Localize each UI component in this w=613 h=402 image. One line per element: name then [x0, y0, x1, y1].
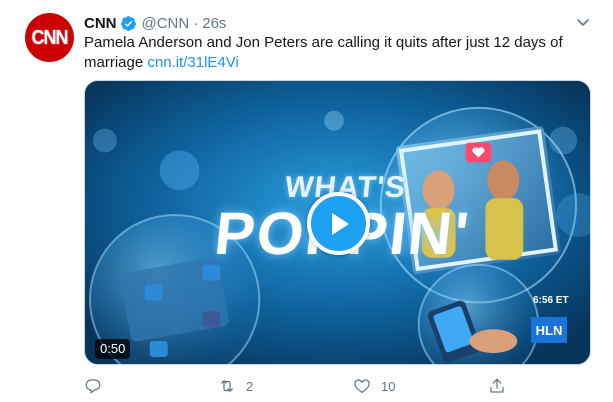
avatar[interactable]: CNN: [25, 13, 74, 62]
network-logo: HLN: [531, 317, 567, 343]
action-bar: 2 10: [84, 375, 524, 397]
timestamp[interactable]: 26s: [202, 15, 226, 32]
retweet-icon: [221, 380, 233, 392]
video-duration: 0:50: [95, 339, 131, 359]
chevron-down-icon[interactable]: [573, 12, 593, 32]
verified-icon: [120, 15, 136, 31]
reply-icon: [85, 379, 101, 394]
author-name[interactable]: CNN: [84, 15, 117, 32]
author-handle[interactable]: @CNN: [142, 15, 190, 32]
like-button[interactable]: 10: [353, 375, 395, 397]
tweet[interactable]: CNN CNN @CNN · 26s Pamela Anderson and J…: [0, 0, 613, 402]
share-icon: [490, 378, 504, 393]
separator: ·: [193, 14, 199, 32]
retweet-count: 2: [246, 378, 254, 394]
broadcast-clock: 6:56 ET: [533, 295, 569, 306]
avatar-logo: CNN: [31, 25, 69, 49]
video-player[interactable]: WHAT'S POPPIN' 6:56 ET HLN 0:50: [84, 80, 591, 365]
play-button[interactable]: [307, 192, 370, 255]
tweet-header: CNN @CNN · 26s: [84, 13, 226, 33]
retweet-button[interactable]: 2: [218, 375, 253, 397]
play-icon: [331, 212, 349, 235]
tweet-link[interactable]: cnn.it/31lE4Vi: [147, 54, 238, 71]
tweet-text: Pamela Anderson and Jon Peters are calli…: [84, 33, 589, 73]
like-icon: [354, 379, 370, 394]
like-count: 10: [381, 378, 396, 394]
share-button[interactable]: [488, 375, 506, 397]
reply-button[interactable]: [84, 375, 112, 397]
